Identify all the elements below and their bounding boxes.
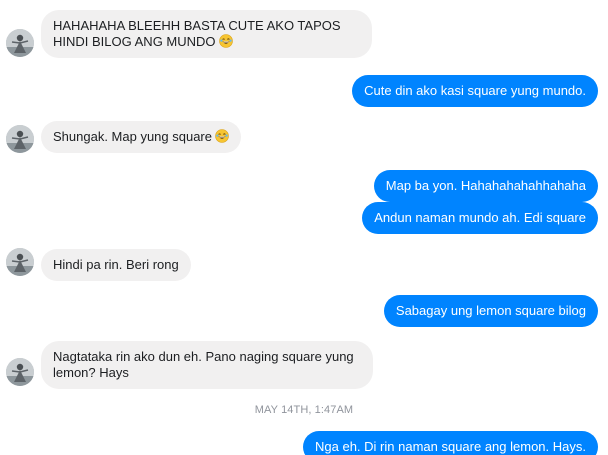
message-text: Nga eh. Di rin naman square ang lemon. H… bbox=[315, 439, 586, 454]
message-bubble-outgoing[interactable]: Map ba yon. Hahahahahahhahaha bbox=[373, 170, 598, 202]
laughing-emoji-icon bbox=[218, 34, 233, 48]
avatar[interactable] bbox=[6, 358, 34, 386]
message-text: HAHAHAHA BLEEHH BASTA CUTE AKO TAPOS HIN… bbox=[53, 18, 341, 49]
message-bubble-outgoing[interactable]: Cute din ako kasi square yung mundo. bbox=[352, 75, 598, 107]
message-text: Hindi pa rin. Beri rong bbox=[53, 257, 179, 272]
message-text: Sabagay ung lemon square bilog bbox=[395, 303, 586, 318]
avatar[interactable] bbox=[6, 248, 34, 276]
message-text: Cute din ako kasi square yung mundo. bbox=[364, 83, 586, 98]
message-bubble-incoming[interactable]: Shungak. Map yung square bbox=[41, 121, 241, 153]
message-text: Nagtataka rin ako dun eh. Pano naging sq… bbox=[53, 349, 354, 380]
avatar[interactable] bbox=[6, 29, 34, 57]
message-bubble-outgoing[interactable]: Sabagay ung lemon square bilog bbox=[383, 295, 598, 327]
message-bubble-incoming[interactable]: HAHAHAHA BLEEHH BASTA CUTE AKO TAPOS HIN… bbox=[41, 10, 372, 58]
message-text: Map ba yon. Hahahahahahhahaha bbox=[385, 178, 586, 193]
message-bubble-incoming[interactable]: Nagtataka rin ako dun eh. Pano naging sq… bbox=[41, 341, 373, 389]
avatar[interactable] bbox=[6, 125, 34, 153]
message-text: Shungak. Map yung square bbox=[53, 129, 212, 144]
message-bubble-outgoing[interactable]: Nga eh. Di rin naman square ang lemon. H… bbox=[303, 431, 598, 455]
message-text: Andun naman mundo ah. Edi square bbox=[374, 210, 586, 225]
message-timestamp: MAY 14TH, 1:47AM bbox=[254, 404, 354, 416]
message-bubble-incoming[interactable]: Hindi pa rin. Beri rong bbox=[41, 249, 191, 281]
laughing-emoji-icon bbox=[215, 129, 229, 143]
message-bubble-outgoing[interactable]: Andun naman mundo ah. Edi square bbox=[362, 202, 598, 234]
chat-thread: HAHAHAHA BLEEHH BASTA CUTE AKO TAPOS HIN… bbox=[0, 0, 608, 455]
